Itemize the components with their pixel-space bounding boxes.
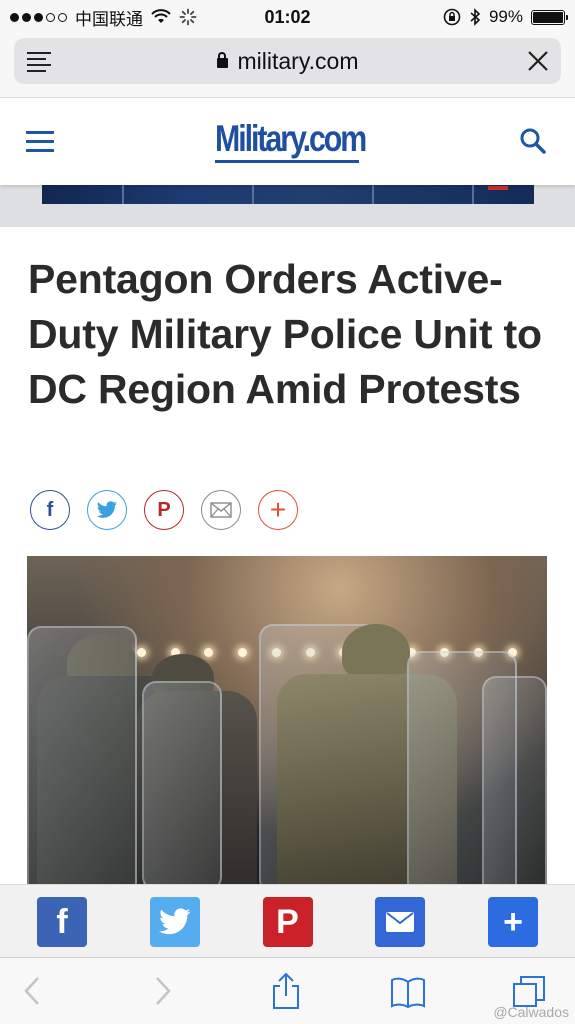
status-left: 中国联通 (10, 5, 240, 30)
plus-icon[interactable]: + (258, 490, 298, 530)
sticky-share-bar: f P + (0, 884, 575, 957)
battery-icon (531, 9, 568, 25)
share-icon[interactable] (268, 972, 304, 1010)
facebook-icon: f (56, 902, 68, 941)
site-logo[interactable]: Military.com (215, 118, 367, 163)
article-headline: Pentagon Orders Active-Duty Military Pol… (28, 256, 542, 412)
hamburger-icon[interactable] (26, 131, 54, 158)
status-bar: 中国联通 01:02 99% (0, 0, 575, 34)
envelope-icon (210, 502, 232, 518)
ad-banner[interactable] (42, 185, 534, 204)
url-display[interactable]: military.com (14, 48, 561, 75)
logo-text: Military.com (215, 118, 367, 159)
mail-icon (386, 912, 415, 932)
watermark: @Calwados (493, 1004, 569, 1020)
battery-percentage: 99% (488, 7, 523, 26)
back-icon[interactable] (16, 972, 52, 1010)
article-share-row: f P + (30, 490, 298, 530)
forward-icon[interactable] (143, 972, 179, 1010)
ad-marker (488, 186, 508, 190)
status-time: 01:02 (264, 6, 311, 27)
browser-address-area: military.com (0, 34, 575, 98)
pinterest-share-button[interactable]: P (262, 897, 313, 947)
article-photo (27, 556, 547, 886)
twitter-bird-icon (96, 501, 117, 518)
browser-toolbar: @Calwados (0, 957, 575, 1024)
pinterest-icon[interactable]: P (144, 490, 184, 530)
search-icon[interactable] (519, 127, 547, 155)
twitter-icon[interactable] (87, 490, 127, 530)
url-text: military.com (237, 47, 359, 74)
mail-share-button[interactable] (375, 897, 426, 947)
address-bar[interactable]: military.com (14, 38, 561, 84)
facebook-share-button[interactable]: f (37, 897, 87, 947)
plus-icon: + (503, 902, 523, 941)
pinterest-icon: P (276, 902, 299, 941)
lock-icon (216, 51, 228, 68)
bookmarks-icon[interactable] (390, 972, 426, 1010)
wifi-icon (151, 9, 171, 23)
orientation-lock-icon (443, 8, 461, 26)
more-share-button[interactable]: + (488, 897, 538, 947)
loading-spinner-icon (179, 8, 197, 26)
bluetooth-icon (470, 8, 481, 26)
twitter-icon (158, 908, 191, 935)
ad-area (0, 185, 575, 227)
status-right: 99% (335, 7, 568, 27)
carrier-name: 中国联通 (75, 9, 143, 29)
facebook-icon[interactable]: f (30, 490, 70, 530)
twitter-share-button[interactable] (149, 897, 200, 947)
mail-icon[interactable] (201, 490, 241, 530)
signal-strength-icon (10, 12, 67, 22)
close-icon[interactable] (525, 48, 551, 74)
site-header: Military.com (0, 99, 575, 185)
